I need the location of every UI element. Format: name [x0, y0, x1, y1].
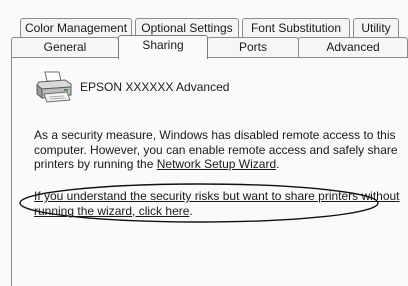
- security-message-period: .: [276, 157, 280, 171]
- printer-name: EPSON XXXXXX Advanced: [80, 80, 230, 94]
- tab-general[interactable]: General: [11, 37, 119, 57]
- security-message-line-3: printers by running the Network Setup Wi…: [34, 157, 398, 172]
- security-message-line-1: As a security measure, Windows has disab…: [34, 128, 396, 142]
- network-setup-wizard-link[interactable]: Network Setup Wizard: [157, 157, 276, 171]
- printer-icon: [36, 71, 72, 103]
- sharing-panel: EPSON XXXXXX Advanced As a security meas…: [11, 57, 408, 286]
- share-without-wizard-link-line-2[interactable]: running the wizard, click here: [34, 204, 189, 218]
- tab-font-substitution[interactable]: Font Substitution: [242, 18, 350, 38]
- share-link-period: .: [189, 203, 193, 218]
- printer-properties-dialog: Color Management Optional Settings Font …: [0, 0, 408, 286]
- tab-ports[interactable]: Ports: [207, 37, 299, 57]
- tab-advanced[interactable]: Advanced: [298, 37, 408, 57]
- security-message-line-3-prefix: printers by running the: [34, 157, 157, 171]
- security-message: As a security measure, Windows has disab…: [34, 128, 398, 172]
- tab-sharing[interactable]: Sharing: [118, 35, 208, 59]
- tab-utility[interactable]: Utility: [353, 18, 399, 38]
- share-without-wizard-link-line-1[interactable]: If you understand the security risks but…: [34, 189, 400, 204]
- tab-color-management[interactable]: Color Management: [20, 18, 132, 38]
- share-without-wizard: If you understand the security risks but…: [34, 189, 400, 218]
- security-message-line-2: computer. However, you can enable remote…: [34, 142, 398, 157]
